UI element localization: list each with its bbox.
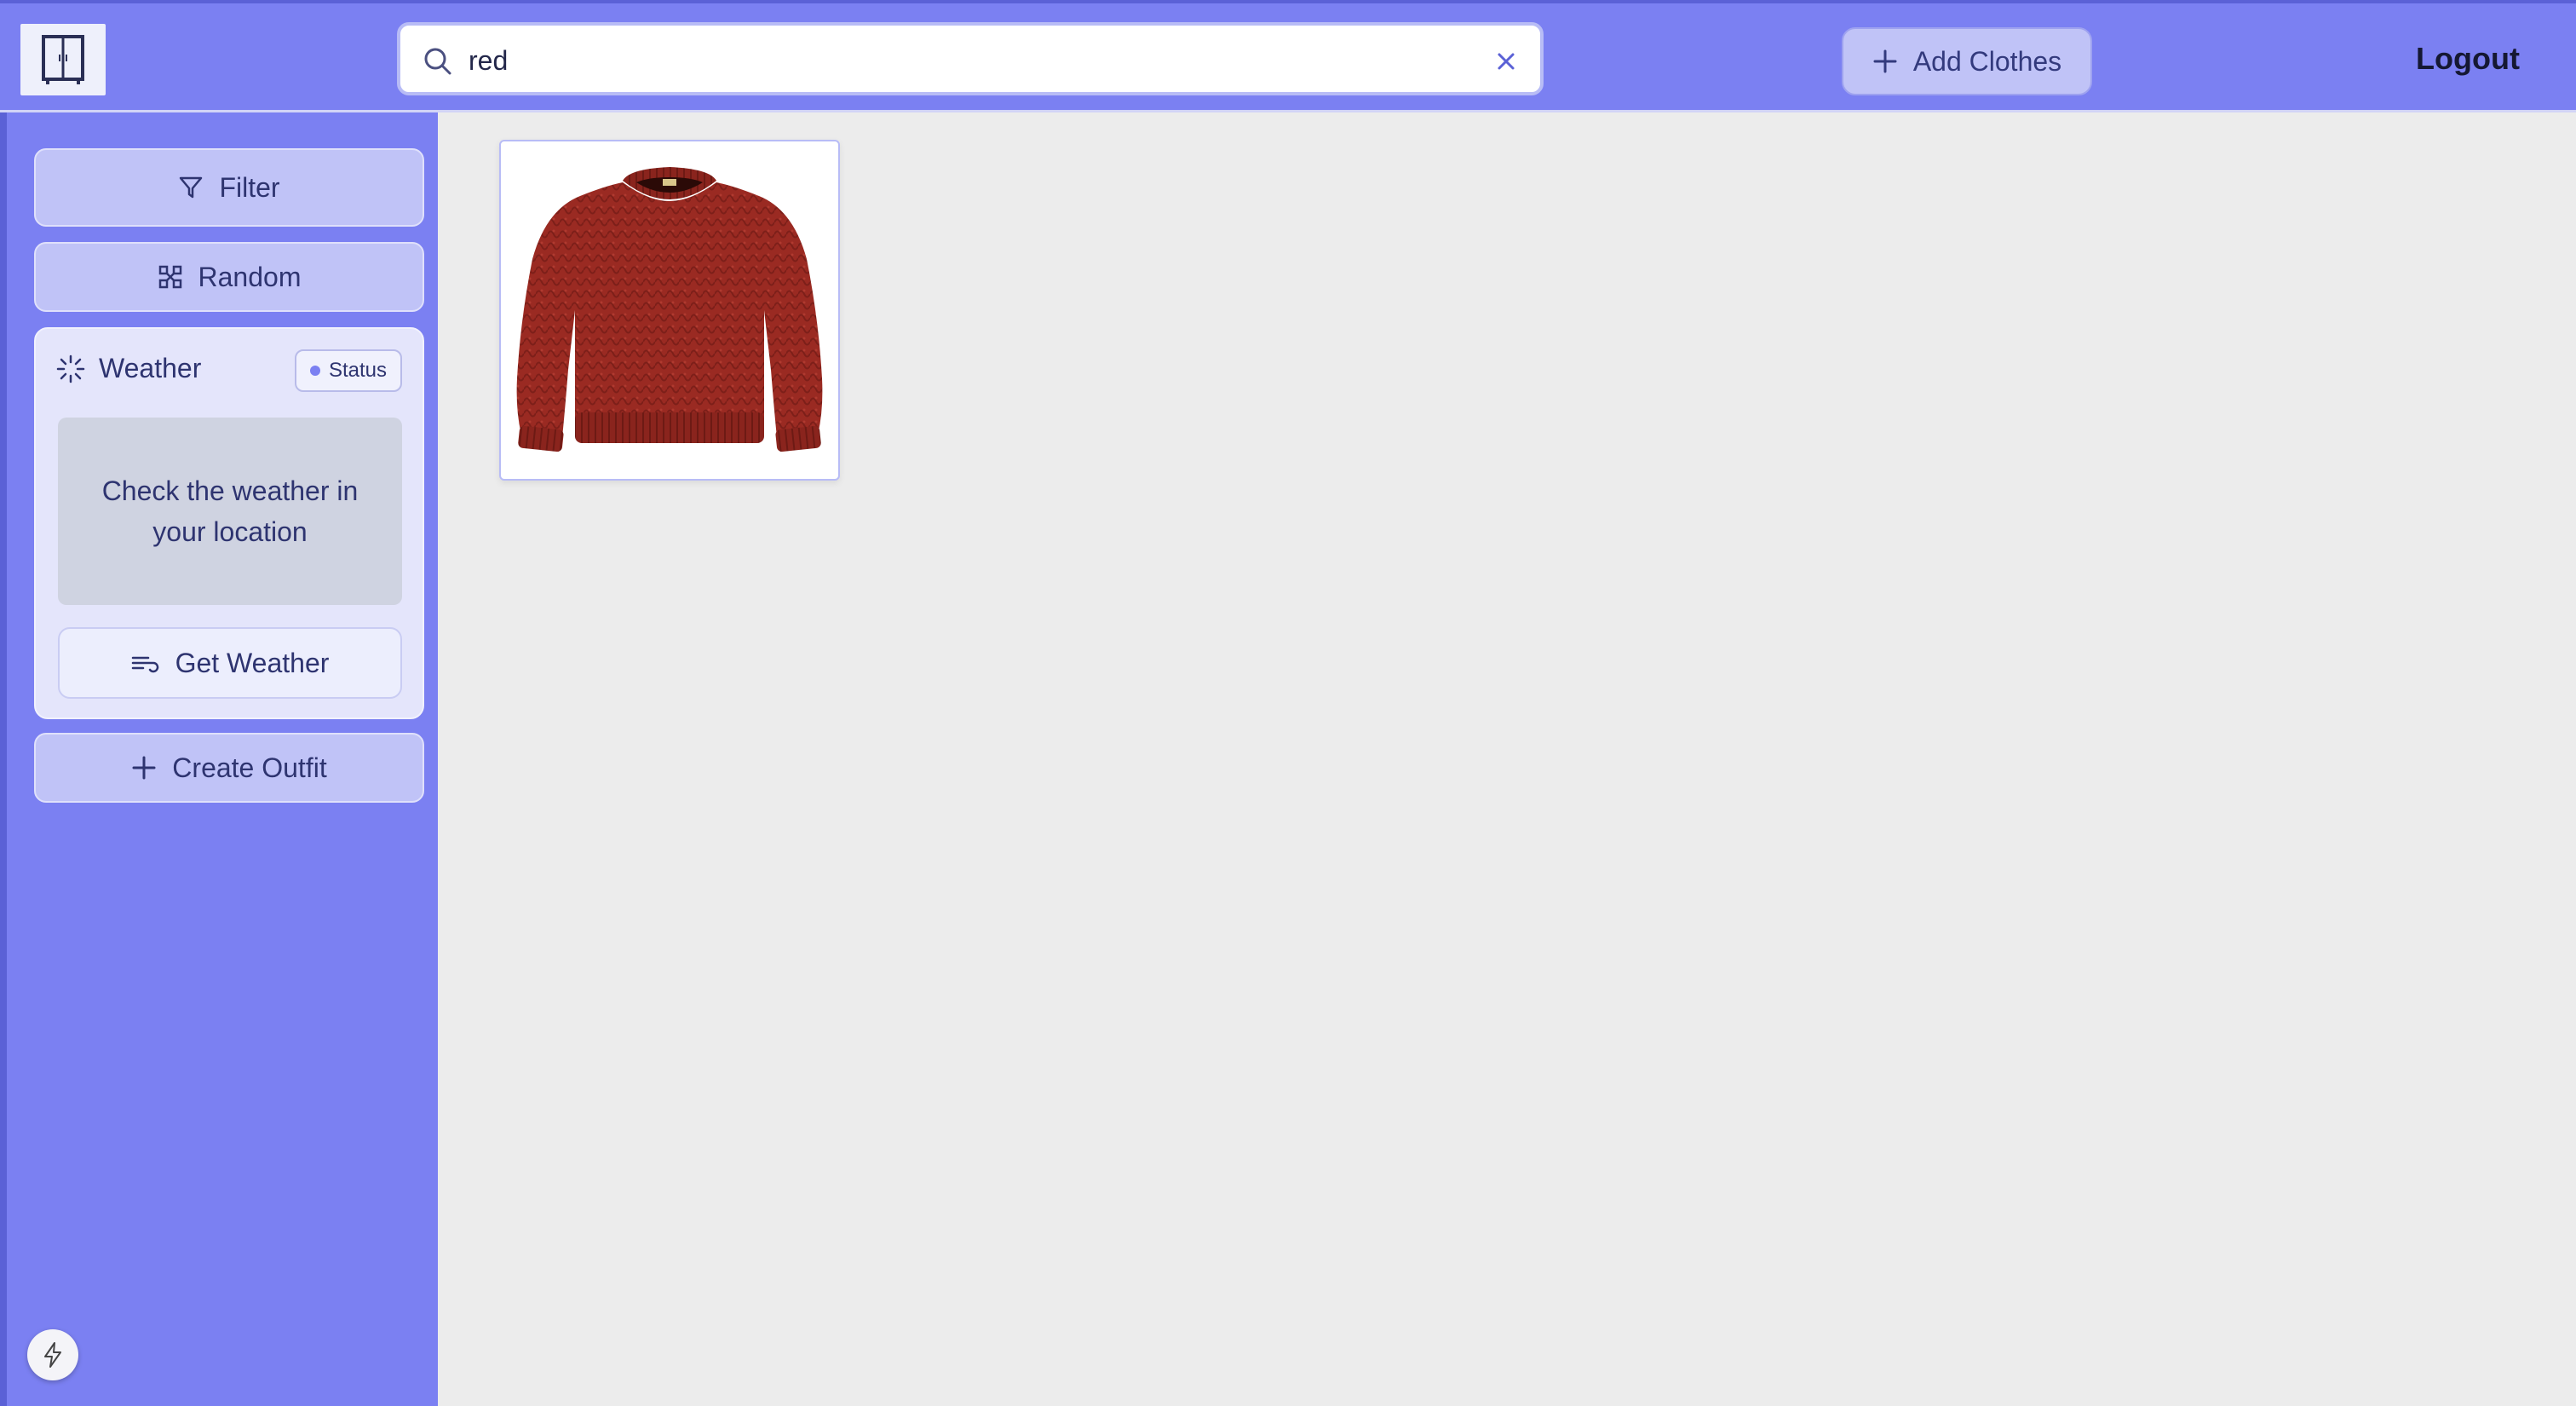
weather-panel: Weather Status Check the weather in your… (34, 327, 424, 719)
sidebar: Filter Random Weather Status Check the w… (0, 112, 438, 1406)
add-clothes-label: Add Clothes (1912, 45, 2062, 77)
sweater-image (516, 167, 823, 452)
weather-message: Check the weather in your location (101, 475, 359, 547)
weather-message-box: Check the weather in your location (58, 418, 402, 605)
lightning-icon (44, 1342, 61, 1368)
status-dot-icon (309, 366, 320, 376)
add-clothes-button[interactable]: Add Clothes (1842, 27, 2092, 95)
wind-icon (131, 656, 158, 673)
plus-icon (132, 756, 156, 780)
top-bar: Add Clothes Logout (0, 0, 2576, 112)
filter-label: Filter (219, 171, 280, 203)
create-outfit-label: Create Outfit (172, 752, 327, 783)
create-outfit-button[interactable]: Create Outfit (34, 733, 424, 803)
clothing-item-card[interactable] (499, 140, 840, 481)
search-icon (424, 48, 451, 75)
shuffle-icon (158, 265, 181, 289)
plus-icon (1873, 49, 1897, 73)
lightning-button[interactable] (27, 1329, 78, 1380)
get-weather-label: Get Weather (175, 647, 330, 678)
clear-search-icon[interactable] (1489, 44, 1523, 78)
filter-icon (180, 176, 203, 199)
status-badge: Status (294, 349, 402, 392)
search-input[interactable] (467, 37, 1441, 84)
random-button[interactable]: Random (34, 242, 424, 312)
random-label: Random (198, 261, 302, 292)
weather-title: Weather (99, 353, 202, 383)
logout-button[interactable]: Logout (2416, 41, 2520, 77)
filter-button[interactable]: Filter (34, 148, 424, 227)
search-bar (397, 22, 1544, 95)
loading-spinner-icon (56, 354, 85, 383)
wardrobe-logo-icon[interactable] (20, 24, 106, 95)
status-label: Status (328, 359, 387, 382)
weather-header: Weather (56, 353, 201, 384)
get-weather-button[interactable]: Get Weather (58, 627, 402, 699)
